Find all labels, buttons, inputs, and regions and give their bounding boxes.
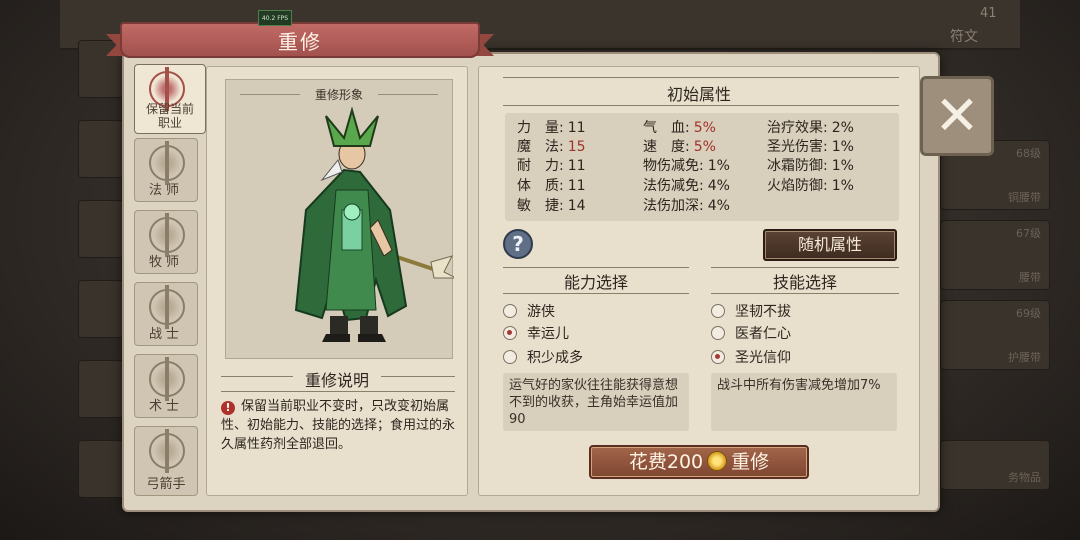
stat-healing: 治疗效果: 2% xyxy=(767,120,854,136)
ability-option-lucky[interactable]: 幸运儿 xyxy=(503,323,569,343)
dialog-title: 重修 xyxy=(278,30,322,54)
divider xyxy=(503,293,689,294)
radio-icon xyxy=(711,326,725,340)
radio-selected-icon xyxy=(711,350,725,364)
tab-keep-class[interactable]: 保留当前职业 xyxy=(134,64,206,134)
stat-magic-deepen: 法伤加深: 4% xyxy=(643,198,730,214)
divider xyxy=(221,391,455,392)
skill-option-tenacity[interactable]: 坚韧不拔 xyxy=(711,301,791,321)
tab-warlock[interactable]: 术士 xyxy=(134,354,198,418)
ability-title: 能力选择 xyxy=(563,273,628,292)
stat-magic: 魔 法: 15 xyxy=(517,139,586,155)
tab-label: 牧师 xyxy=(148,255,183,270)
warrior-emblem-icon xyxy=(149,285,185,329)
mage-emblem-icon xyxy=(149,141,185,185)
stat-holy-damage: 圣光伤害: 1% xyxy=(767,139,854,155)
gold-coin-icon xyxy=(707,451,728,471)
divider xyxy=(503,105,899,106)
skill-option-holy-faith[interactable]: 圣光信仰 xyxy=(711,347,791,367)
tab-label: 法师 xyxy=(148,183,183,198)
description-title: 重修说明 xyxy=(207,367,467,391)
radio-selected-icon xyxy=(503,326,517,340)
radio-icon xyxy=(503,304,517,318)
fps-counter: 40.2 FPS xyxy=(258,10,292,26)
stat-frost-defense: 冰霜防御: 1% xyxy=(767,158,854,174)
ability-option-ranger[interactable]: 游侠 xyxy=(503,301,555,321)
stat-strength: 力 量: 11 xyxy=(517,120,586,136)
close-button[interactable]: ✕ xyxy=(920,76,994,156)
background-left-list xyxy=(8,30,128,510)
stat-speed: 速 度: 5% xyxy=(643,139,716,155)
rebuild-confirm-button[interactable]: 花费200 重修 xyxy=(589,445,809,479)
dialog-title-banner: 重修 xyxy=(106,22,494,58)
stat-phys-reduction: 物伤减免: 1% xyxy=(643,158,730,174)
ability-option-accumulate[interactable]: 积少成多 xyxy=(503,347,583,367)
description-text: 保留当前职业不变时，只改变初始属性、初始能力、技能的选择；食用过的永久属性药剂全… xyxy=(221,399,456,452)
background-runes-label: 符文 xyxy=(950,29,978,45)
radio-icon xyxy=(711,304,725,318)
stat-constitution: 体 质: 11 xyxy=(517,178,586,194)
tab-label: 弓箭手 xyxy=(146,477,186,492)
priest-emblem-icon xyxy=(149,213,185,257)
stat-magic-reduction: 法伤减免: 4% xyxy=(643,178,730,194)
character-portrait: 重修形象 xyxy=(225,79,454,359)
help-button[interactable]: ? xyxy=(503,229,533,259)
warlock-emblem-icon xyxy=(149,357,185,401)
stat-hp: 气 血: 5% xyxy=(643,120,716,136)
attributes-title: 初始属性 xyxy=(666,85,731,104)
background-count: 41 xyxy=(980,6,997,21)
divider xyxy=(503,267,689,268)
appearance-card: 重修形象 重修说明 ! 保留当前职业不变时，只改变初始属性、初始能力、技能的选择… xyxy=(206,66,468,496)
stat-endurance: 耐 力: 11 xyxy=(517,158,586,174)
random-attributes-button[interactable]: 随机属性 xyxy=(763,229,897,261)
archer-emblem-icon xyxy=(149,429,185,473)
skill-title: 技能选择 xyxy=(772,273,837,292)
close-icon: ✕ xyxy=(934,84,980,147)
tab-priest[interactable]: 牧师 xyxy=(134,210,198,274)
divider xyxy=(711,267,899,268)
tab-label: 术士 xyxy=(148,399,183,414)
tab-mage[interactable]: 法师 xyxy=(134,138,198,202)
stat-agility: 敏 捷: 14 xyxy=(517,198,586,214)
tab-label: 战士 xyxy=(148,327,183,342)
ability-info-box: 运气好的家伙往往能获得意想不到的收获，主角始幸运值加90 xyxy=(503,373,689,431)
radio-icon xyxy=(503,350,517,364)
attributes-table: 力 量: 11 魔 法: 15 耐 力: 11 体 质: 11 敏 捷: 14 气 血: 5… xyxy=(505,113,899,221)
stat-fire-defense: 火焰防御: 1% xyxy=(767,178,854,194)
class-tabs: 保留当前职业 法师 牧师 战士 术士 弓箭手 xyxy=(134,64,206,496)
warning-icon: ! xyxy=(221,401,235,415)
tab-warrior[interactable]: 战士 xyxy=(134,282,198,346)
attributes-card: 初始属性 力 量: 11 魔 法: 15 耐 力: 11 体 质: 11 敏 捷: 14 … xyxy=(478,66,920,496)
cost-prefix: 花费200 xyxy=(628,451,704,473)
description-text-block: ! 保留当前职业不变时，只改变初始属性、初始能力、技能的选择；食用过的永久属性药剂… xyxy=(221,397,459,454)
tab-archer[interactable]: 弓箭手 xyxy=(134,426,198,496)
divider xyxy=(711,293,899,294)
character-figure xyxy=(294,106,454,342)
divider xyxy=(503,77,899,78)
skill-option-healer[interactable]: 医者仁心 xyxy=(711,323,791,343)
skill-info-box: 战斗中所有伤害减免增加7% xyxy=(711,373,897,431)
cost-suffix: 重修 xyxy=(731,451,770,473)
tab-label: 保留当前职业 xyxy=(145,102,194,130)
